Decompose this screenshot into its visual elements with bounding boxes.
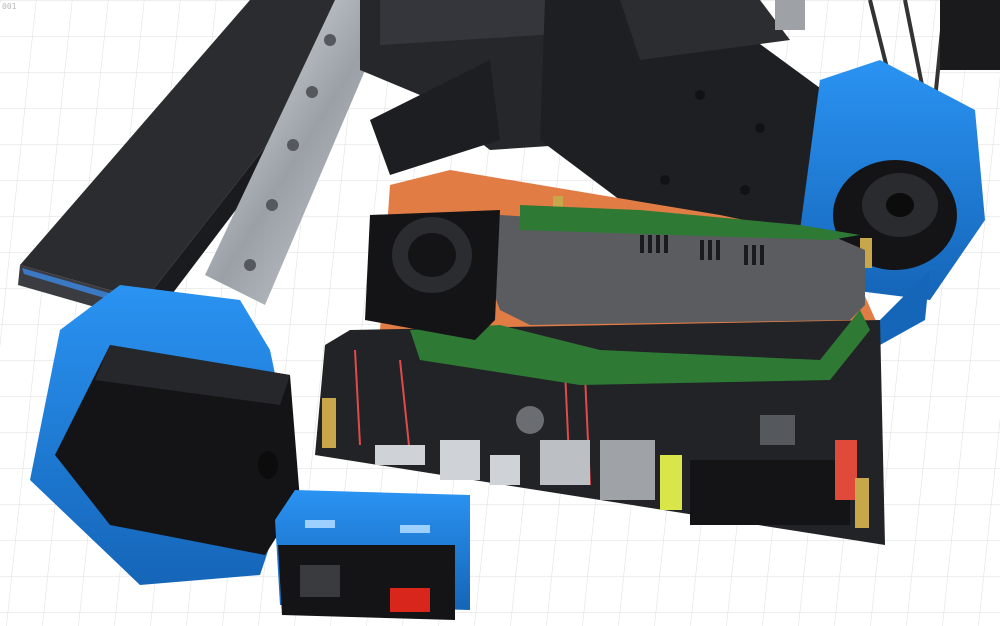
viewport-corner-label: 001 — [2, 2, 17, 11]
3d-scene[interactable] — [0, 0, 1000, 626]
3d-viewport[interactable]: 001 — [0, 0, 1000, 626]
power-inlet-module — [275, 490, 470, 620]
blower-fan — [365, 210, 500, 340]
